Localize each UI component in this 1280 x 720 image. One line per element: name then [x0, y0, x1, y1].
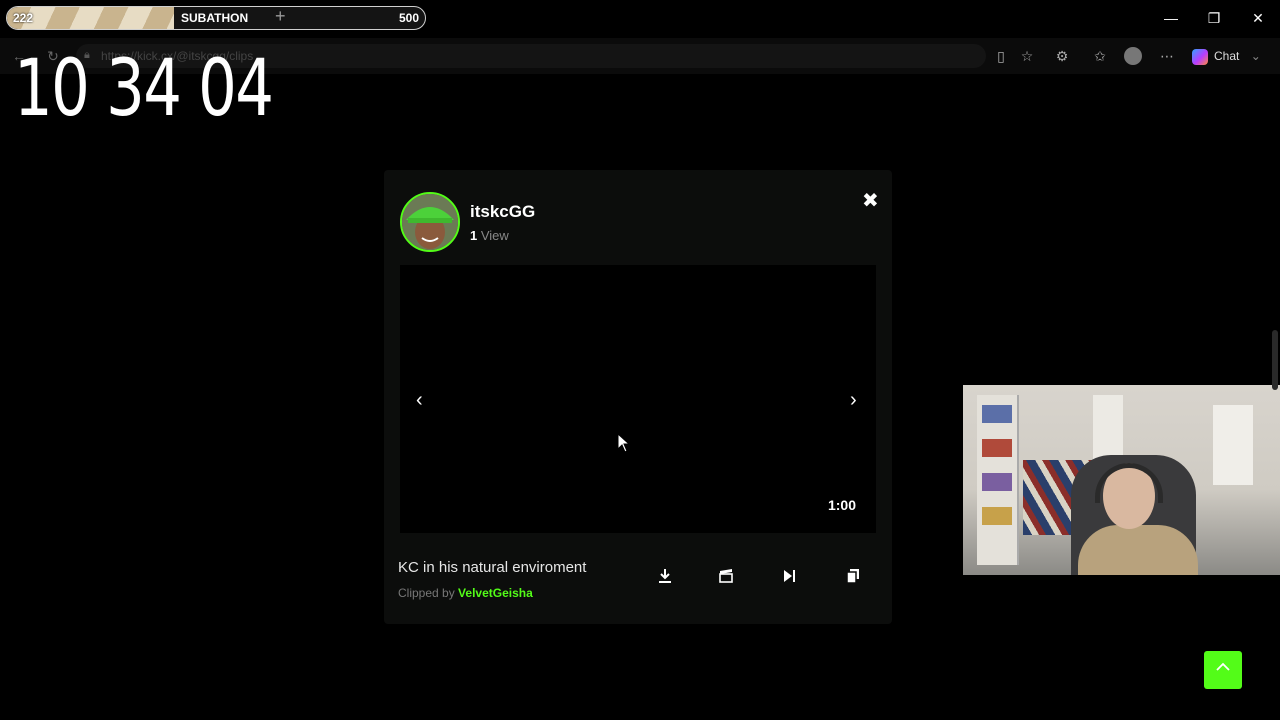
subathon-timer: 10 34 04	[14, 44, 274, 134]
chevron-down-icon: ⌄	[1250, 49, 1261, 63]
clipped-by: Clipped by VelvetGeisha	[398, 586, 533, 600]
scroll-to-top-button[interactable]	[1204, 651, 1242, 689]
streamer-avatar[interactable]	[400, 192, 460, 252]
clapperboard-icon	[719, 569, 733, 583]
cursor-icon	[617, 432, 631, 453]
close-modal-icon[interactable]: ✖	[862, 188, 879, 213]
clipped-by-label: Clipped by	[398, 586, 455, 600]
room-window	[1213, 405, 1253, 485]
more-menu-icon[interactable]: ⋯	[1157, 47, 1177, 65]
clipper-username[interactable]: VelvetGeisha	[458, 586, 533, 600]
clip-duration: 1:00	[827, 497, 856, 513]
plus-icon: +	[275, 6, 286, 26]
download-button[interactable]	[653, 568, 677, 592]
skip-next-icon	[784, 570, 795, 582]
next-clip-icon[interactable]: ›	[850, 389, 857, 412]
copy-link-button[interactable]	[841, 568, 865, 592]
streamer-name[interactable]: itskcGG	[470, 202, 535, 222]
favorites-icon[interactable]: ✩	[1090, 47, 1110, 65]
reading-view-icon[interactable]: ▯	[991, 47, 1011, 65]
window-titlebar: 222 SUBATHON + 500 — ❐ ✕	[0, 0, 1280, 38]
view-count: 1 View	[470, 228, 509, 243]
copilot-icon	[1192, 48, 1208, 65]
subathon-progress-bar: 222 SUBATHON + 500	[6, 6, 426, 30]
copilot-chat-button[interactable]: Chat ⌄	[1192, 47, 1261, 65]
view-label: View	[480, 228, 509, 243]
chat-label: Chat	[1214, 49, 1240, 63]
extensions-icon[interactable]: ⚙	[1052, 47, 1072, 65]
previous-clip-icon[interactable]: ‹	[416, 389, 423, 412]
chevron-up-icon	[1216, 662, 1230, 671]
page-scrollbar[interactable]	[1272, 330, 1278, 390]
streamer-body	[1078, 525, 1198, 575]
clapperboard-button[interactable]	[714, 568, 738, 592]
favorite-star-icon[interactable]: ☆	[1017, 47, 1037, 65]
webcam-overlay	[963, 385, 1280, 575]
minimize-button[interactable]: —	[1156, 8, 1186, 28]
restore-button[interactable]: ❐	[1199, 8, 1229, 28]
avatar-image	[402, 194, 458, 250]
clip-modal: itskcGG 1 View ✖ ‹ › 1:00 KC in his natu…	[384, 170, 892, 624]
clip-title: KC in his natural enviroment	[398, 559, 587, 576]
subathon-start-value: 222	[13, 11, 34, 25]
subathon-end-value: 500	[398, 11, 419, 25]
profile-avatar-icon[interactable]	[1123, 47, 1143, 65]
close-window-button[interactable]: ✕	[1243, 8, 1273, 28]
download-icon	[659, 569, 671, 583]
view-count-number: 1	[470, 228, 478, 243]
bookshelf	[977, 395, 1019, 565]
copy-icon	[846, 569, 859, 584]
clip-video-player[interactable]: ‹ › 1:00	[400, 265, 876, 533]
skip-next-button[interactable]	[777, 568, 801, 592]
subathon-label: SUBATHON	[181, 11, 249, 25]
